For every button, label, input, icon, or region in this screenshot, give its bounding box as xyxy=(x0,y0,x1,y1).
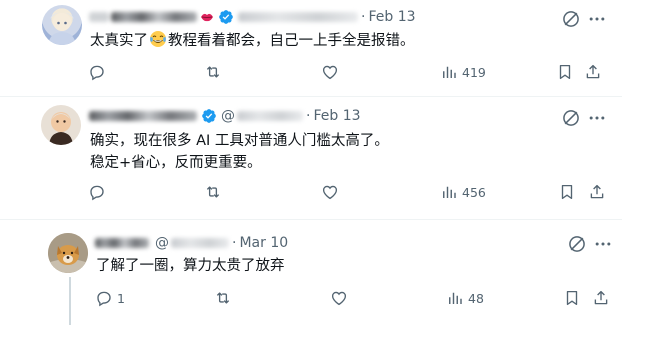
avatar-image xyxy=(48,233,88,273)
like-button[interactable] xyxy=(321,181,343,203)
more-icon[interactable] xyxy=(593,234,613,254)
thread-line xyxy=(69,277,71,325)
view-count: 419 xyxy=(462,64,486,80)
views-button[interactable]: 419 xyxy=(440,61,486,83)
more-icon[interactable] xyxy=(587,108,607,128)
handle-redacted[interactable] xyxy=(237,111,303,121)
more-icon[interactable] xyxy=(587,9,607,29)
share-icon xyxy=(586,64,600,79)
like-button[interactable] xyxy=(330,287,352,309)
views-button[interactable]: 456 xyxy=(440,181,486,203)
tweet-header: @ · Mar 10 xyxy=(95,233,288,253)
reply-button[interactable] xyxy=(88,61,110,83)
avatar[interactable] xyxy=(41,105,81,145)
tweet-date[interactable]: Feb 13 xyxy=(368,9,415,25)
like-icon xyxy=(322,185,338,200)
share-icon xyxy=(590,184,604,199)
tweet-3[interactable]: @ · Mar 10 了解了一圈，算力太贵了放弃 1 48 xyxy=(0,220,622,341)
dot-separator: · xyxy=(232,235,237,251)
tweet-text: 确实，现在很多 AI 工具对普通人门槛太高了。 稳定+省心，反而更重要。 xyxy=(90,130,389,174)
display-name-redacted[interactable] xyxy=(89,12,109,22)
tweet-text: 太真实了 教程看着都会，自己一上手全是报错。 xyxy=(90,30,415,52)
avatar-image xyxy=(49,112,73,145)
tweet-2[interactable]: @ · Feb 13 确实，现在很多 AI 工具对普通人门槛太高了。 稳定+省心… xyxy=(0,97,622,219)
dot-separator: · xyxy=(306,108,311,124)
tweet-text-line: 了解了一圈，算力太贵了放弃 xyxy=(96,258,285,274)
grok-icon[interactable] xyxy=(561,9,581,29)
avatar[interactable] xyxy=(48,233,88,273)
bookmark-button[interactable] xyxy=(563,287,581,309)
share-icon xyxy=(594,290,608,305)
lips-emoji-icon xyxy=(201,13,213,22)
display-name-redacted[interactable] xyxy=(95,238,149,248)
view-count: 48 xyxy=(468,290,484,306)
handle-at: @ xyxy=(221,108,235,124)
handle-at: @ xyxy=(155,235,169,251)
bookmark-icon xyxy=(561,184,573,200)
display-name-redacted[interactable] xyxy=(89,111,197,121)
face-with-tears-of-joy-icon xyxy=(150,31,166,47)
share-button[interactable] xyxy=(588,181,606,203)
tweet-text: 了解了一圈，算力太贵了放弃 xyxy=(96,255,285,277)
views-button[interactable]: 48 xyxy=(446,287,484,309)
handle-redacted[interactable] xyxy=(238,12,358,22)
verified-badge-icon[interactable] xyxy=(201,108,217,124)
views-icon xyxy=(443,186,456,198)
grok-icon[interactable] xyxy=(561,108,581,128)
display-name-redacted[interactable] xyxy=(111,12,197,22)
bookmark-button[interactable] xyxy=(558,181,576,203)
tweet-actions: 419 xyxy=(88,61,648,83)
avatar[interactable] xyxy=(42,5,82,45)
dot-separator: · xyxy=(361,9,366,25)
tweet-header: · Feb 13 xyxy=(89,7,416,27)
tweet-date[interactable]: Feb 13 xyxy=(313,108,360,124)
reply-count: 1 xyxy=(117,290,125,306)
view-count: 456 xyxy=(462,184,486,200)
reply-button[interactable] xyxy=(88,181,110,203)
bookmark-icon xyxy=(559,64,571,80)
grok-icon[interactable] xyxy=(567,234,587,254)
tweet-1[interactable]: · Feb 13 太真实了 教程看着都会，自己一上手全是报错。 419 xyxy=(0,0,622,96)
repost-icon xyxy=(216,292,230,304)
tweet-text-part: 太真实了 xyxy=(90,33,148,49)
share-button[interactable] xyxy=(584,61,602,83)
tweet-text-line: 稳定+省心，反而更重要。 xyxy=(90,155,262,171)
repost-button[interactable] xyxy=(214,287,236,309)
repost-button[interactable] xyxy=(204,181,226,203)
repost-icon xyxy=(206,66,220,78)
reply-icon xyxy=(90,185,104,201)
tweet-actions: 1 48 xyxy=(95,287,649,309)
tweet-top-actions xyxy=(567,234,613,254)
reply-icon xyxy=(97,291,111,307)
like-button[interactable] xyxy=(321,61,343,83)
handle-redacted[interactable] xyxy=(171,238,229,248)
views-icon xyxy=(449,292,462,304)
tweet-text-part: 教程看着都会，自己一上手全是报错。 xyxy=(168,33,415,49)
like-icon xyxy=(322,65,338,80)
avatar-image xyxy=(48,12,76,45)
views-icon xyxy=(443,66,456,78)
repost-button[interactable] xyxy=(204,61,226,83)
bookmark-icon xyxy=(566,290,578,306)
tweet-header: @ · Feb 13 xyxy=(89,106,361,126)
verified-badge-icon[interactable] xyxy=(218,9,234,25)
share-button[interactable] xyxy=(592,287,610,309)
reply-button[interactable]: 1 xyxy=(95,287,125,309)
tweet-top-actions xyxy=(561,9,607,29)
tweet-top-actions xyxy=(561,108,607,128)
tweet-actions: 456 xyxy=(88,181,648,203)
reply-icon xyxy=(90,65,104,81)
tweet-date[interactable]: Mar 10 xyxy=(239,235,288,251)
like-icon xyxy=(331,291,347,306)
repost-icon xyxy=(206,186,220,198)
tweet-text-line: 确实，现在很多 AI 工具对普通人门槛太高了。 xyxy=(90,133,389,149)
bookmark-button[interactable] xyxy=(556,61,574,83)
